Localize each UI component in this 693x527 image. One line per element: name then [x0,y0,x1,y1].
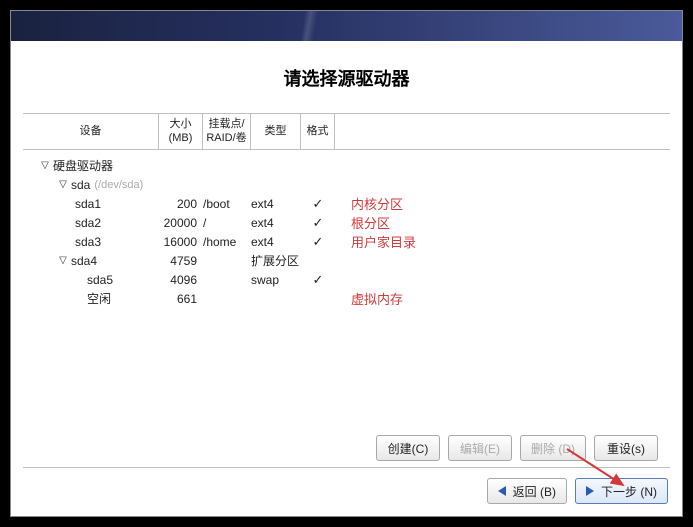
partition-type: ext4 [251,216,301,230]
col-header-mount[interactable]: 挂载点/ RAID/卷 [203,114,251,149]
edit-button: 编辑(E) [448,435,512,461]
col-header-size[interactable]: 大小 (MB) [159,114,203,149]
partition-mount: / [203,216,251,230]
next-button[interactable]: 下一步 (N) [575,478,668,504]
partition-name: sda4 [71,254,97,268]
table-header-row: 设备 大小 (MB) 挂载点/ RAID/卷 类型 格式 [23,114,670,150]
installer-dialog: 请选择源驱动器 设备 大小 (MB) 挂载点/ RAID/卷 类型 格式 ▽ 硬… [10,10,683,517]
tree-root-row[interactable]: ▽ 硬盘驱动器 [23,156,670,175]
expand-toggle-icon[interactable]: ▽ [57,179,69,190]
partition-annotation: 根分区 [335,213,390,232]
partition-mount: /boot [203,197,251,211]
next-button-label: 下一步 (N) [601,483,657,500]
edit-toolbar: 创建(C) 编辑(E) 删除 (D) 重设(s) [23,427,670,468]
col-header-format[interactable]: 格式 [301,114,335,149]
partition-type: ext4 [251,235,301,249]
partition-name: sda3 [75,235,101,249]
partition-type: swap [251,273,301,287]
partition-size: 200 [159,197,203,211]
partition-size: 661 [159,292,203,306]
partition-type: ext4 [251,197,301,211]
col-header-type[interactable]: 类型 [251,114,301,149]
partition-row[interactable]: ▽ sda4 4759 扩展分区 [23,251,670,270]
page-title: 请选择源驱动器 [11,41,682,113]
header-band [11,11,682,41]
expand-toggle-icon[interactable]: ▽ [57,255,69,266]
partition-row[interactable]: 空闲 661 虚拟内存 [23,289,670,308]
content-area: 请选择源驱动器 设备 大小 (MB) 挂载点/ RAID/卷 类型 格式 ▽ 硬… [11,41,682,516]
partition-type: 扩展分区 [251,252,301,269]
partition-name: sda1 [75,197,101,211]
reset-button[interactable]: 重设(s) [594,435,658,461]
partition-format-check: ✓ [301,215,335,231]
partition-size: 16000 [159,235,203,249]
partition-annotation: 用户家目录 [335,232,416,251]
back-button-label: 返回 (B) [513,483,556,500]
partition-row[interactable]: sda3 16000 /home ext4 ✓ 用户家目录 [23,232,670,251]
partition-row[interactable]: sda2 20000 / ext4 ✓ 根分区 [23,213,670,232]
partition-row[interactable]: sda1 200 /boot ext4 ✓ 内核分区 [23,194,670,213]
partition-size: 4096 [159,273,203,287]
col-header-device[interactable]: 设备 [23,114,159,149]
partition-format-check: ✓ [301,196,335,212]
partition-format-check: ✓ [301,234,335,250]
partition-size: 4759 [159,254,203,268]
partition-name: 空闲 [87,290,111,307]
tree-sda-label: sda [71,178,90,192]
partition-table: 设备 大小 (MB) 挂载点/ RAID/卷 类型 格式 ▽ 硬盘驱动器 ▽ s… [23,113,670,427]
partition-name: sda5 [87,273,113,287]
partition-annotation: 虚拟内存 [335,289,403,308]
tree-sda-path: (/dev/sda) [94,179,143,191]
nav-toolbar: 返回 (B) 下一步 (N) [11,468,682,516]
tree-root-label: 硬盘驱动器 [53,157,113,174]
delete-button: 删除 (D) [520,435,586,461]
partition-size: 20000 [159,216,203,230]
partition-annotation: 内核分区 [335,194,403,213]
arrow-right-icon [586,486,594,496]
partition-mount: /home [203,235,251,249]
partition-name: sda2 [75,216,101,230]
expand-toggle-icon[interactable]: ▽ [39,160,51,171]
create-button[interactable]: 创建(C) [376,435,440,461]
partition-row[interactable]: sda5 4096 swap ✓ [23,270,670,289]
back-button[interactable]: 返回 (B) [487,478,567,504]
partition-format-check: ✓ [301,272,335,288]
partition-tree: ▽ 硬盘驱动器 ▽ sda (/dev/sda) sda1 200 /boot [23,150,670,308]
tree-sda-row[interactable]: ▽ sda (/dev/sda) [23,175,670,194]
arrow-left-icon [498,486,506,496]
